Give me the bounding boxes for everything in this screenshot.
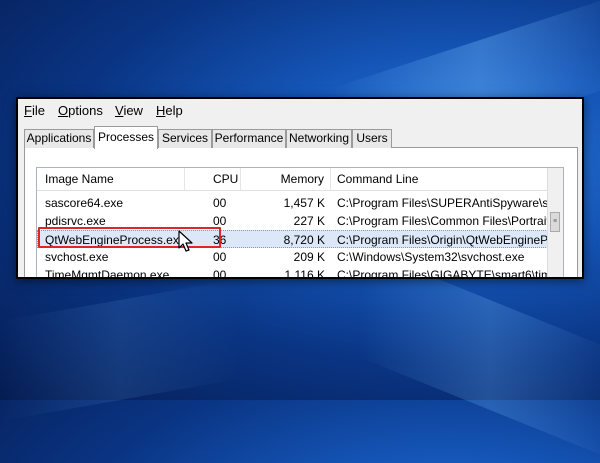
- menu-help[interactable]: Help: [156, 103, 183, 118]
- table-row[interactable]: sascore64.exe 00 1,457 K C:\Program File…: [37, 194, 550, 212]
- tab-services[interactable]: Services: [158, 129, 212, 148]
- menu-file[interactable]: File: [24, 103, 45, 118]
- column-header-memory[interactable]: Memory: [241, 168, 331, 190]
- cell-command-line: C:\Program Files\Origin\QtWebEngineProce…: [337, 233, 549, 247]
- tab-networking[interactable]: Networking: [286, 129, 352, 148]
- menu-bar: File Options View Help: [18, 99, 582, 121]
- menu-view[interactable]: View: [115, 103, 143, 118]
- tab-processes[interactable]: Processes: [94, 126, 158, 149]
- table-row[interactable]: svchost.exe 00 209 K C:\Windows\System32…: [37, 248, 550, 266]
- tab-strip: Applications Processes Services Performa…: [24, 126, 574, 149]
- desktop-light-beam: [360, 247, 600, 463]
- cell-memory: 227 K: [293, 214, 325, 228]
- cell-memory: 1,116 K: [284, 268, 325, 279]
- column-header-cpu[interactable]: CPU: [185, 168, 241, 190]
- cell-image-name: TimeMgmtDaemon.exe: [45, 268, 170, 279]
- mouse-pointer-icon: [178, 230, 193, 252]
- cell-command-line: C:\Program Files\GIGABYTE\smart6\timeloc…: [337, 268, 550, 279]
- scrollbar-thumb[interactable]: ≡: [550, 212, 560, 232]
- cell-command-line: C:\Windows\System32\svchost.exe: [337, 250, 525, 264]
- table-row[interactable]: TimeMgmtDaemon.exe 00 1,116 K C:\Program…: [37, 266, 550, 279]
- tab-users[interactable]: Users: [352, 129, 392, 148]
- menu-options[interactable]: Options: [58, 103, 103, 118]
- column-header-command-line[interactable]: Command Line: [331, 168, 550, 190]
- column-header-image-name[interactable]: Image Name: [37, 168, 185, 190]
- task-manager-window: File Options View Help Applications Proc…: [16, 97, 584, 279]
- vertical-scrollbar[interactable]: ≡: [547, 168, 563, 277]
- cell-image-name: sascore64.exe: [45, 196, 124, 210]
- cell-memory: 1,457 K: [283, 196, 325, 210]
- cell-command-line: C:\Program Files\SUPERAntiSpyware\sascor…: [337, 196, 550, 210]
- cell-cpu: 00: [213, 250, 227, 264]
- cell-command-line: C:\Program Files\Common Files\Portrait D…: [337, 214, 550, 228]
- list-header: Image Name CPU Memory Command Line: [37, 168, 550, 191]
- cell-cpu: 00: [213, 268, 227, 279]
- cell-image-name: svchost.exe: [45, 250, 109, 264]
- process-list[interactable]: Image Name CPU Memory Command Line sasco…: [36, 167, 564, 279]
- cell-cpu: 00: [213, 196, 227, 210]
- cell-memory: 8,720 K: [283, 233, 325, 247]
- tab-applications[interactable]: Applications: [24, 129, 94, 148]
- cell-memory: 209 K: [293, 250, 325, 264]
- tab-performance[interactable]: Performance: [212, 129, 286, 148]
